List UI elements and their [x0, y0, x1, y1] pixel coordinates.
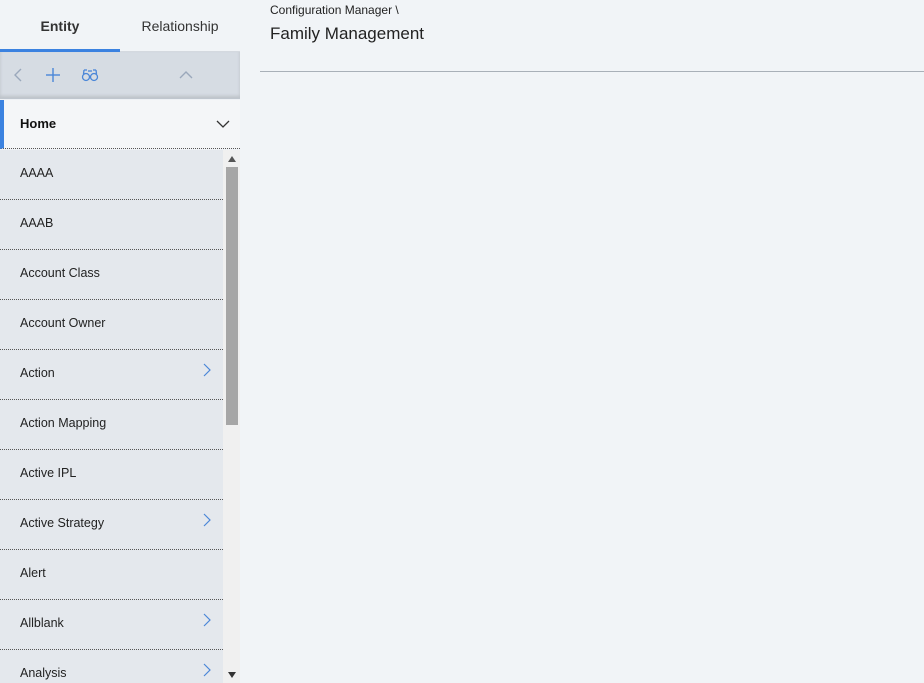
list-item[interactable]: Alert [0, 550, 223, 600]
list-item[interactable]: Action [0, 350, 223, 400]
list-item-label: Account Class [20, 266, 100, 280]
scroll-down-arrow-icon [227, 671, 236, 678]
tab-bar: Entity Relationship [0, 0, 240, 52]
list-item[interactable]: Active Strategy [0, 500, 223, 550]
chevron-down-icon[interactable] [216, 117, 230, 131]
scroll-down-button[interactable] [223, 666, 240, 683]
list-item[interactable]: Account Class [0, 250, 223, 300]
list-scrollbar[interactable] [223, 150, 240, 683]
breadcrumb[interactable]: Configuration Manager \ [270, 3, 399, 17]
list-item[interactable]: AAAA [0, 150, 223, 200]
tree-toolbar [0, 52, 240, 99]
list-item-label: Active IPL [20, 466, 77, 480]
tab-relationship[interactable]: Relationship [120, 0, 240, 52]
family-list: AAAA AAAB Account Class Account Owner Action… [0, 150, 223, 683]
left-panel: Entity Relationship Home AAAA AAAB Accou… [0, 0, 240, 683]
scroll-up-arrow-icon [227, 155, 236, 162]
list-item[interactable]: Allblank [0, 600, 223, 650]
header-divider [260, 71, 924, 72]
tree-home-node[interactable]: Home [0, 100, 240, 149]
list-item-label: Allblank [20, 616, 64, 630]
list-item-label: AAAB [20, 216, 54, 230]
search-button[interactable] [80, 65, 100, 85]
chevron-right-icon[interactable] [202, 663, 212, 677]
list-item[interactable]: Analysis [0, 650, 223, 683]
main-content: Configuration Manager \ Family Managemen… [260, 0, 924, 683]
list-item-label: AAAA [20, 166, 54, 180]
tab-relationship-label: Relationship [141, 18, 219, 34]
chevron-right-icon[interactable] [202, 363, 212, 377]
binoculars-icon [81, 69, 99, 82]
plus-icon [46, 68, 60, 82]
list-item[interactable]: Active IPL [0, 450, 223, 500]
list-item-label: Action Mapping [20, 416, 107, 430]
list-item-label: Analysis [20, 666, 67, 680]
chevron-right-icon[interactable] [202, 513, 212, 527]
tab-entity-label: Entity [40, 18, 80, 34]
scroll-thumb[interactable] [226, 167, 238, 425]
list-item[interactable]: Action Mapping [0, 400, 223, 450]
list-item[interactable]: Account Owner [0, 300, 223, 350]
home-label: Home [20, 116, 57, 131]
page-title: Family Management [270, 24, 425, 43]
list-item-label: Account Owner [20, 316, 106, 330]
list-item-label: Active Strategy [20, 516, 105, 530]
chevron-right-icon[interactable] [202, 613, 212, 627]
list-item-label: Action [20, 366, 55, 380]
list-item-label: Alert [20, 566, 46, 580]
back-button[interactable] [8, 65, 28, 85]
scroll-up-button[interactable] [223, 150, 240, 167]
app-window: Entity Relationship Home AAAA AAAB Accou… [0, 0, 924, 683]
chevron-left-icon [14, 68, 22, 82]
list-item[interactable]: AAAB [0, 200, 223, 250]
add-button[interactable] [43, 65, 63, 85]
chevron-up-icon [179, 71, 193, 79]
tab-entity[interactable]: Entity [0, 0, 120, 52]
collapse-button[interactable] [176, 65, 196, 85]
